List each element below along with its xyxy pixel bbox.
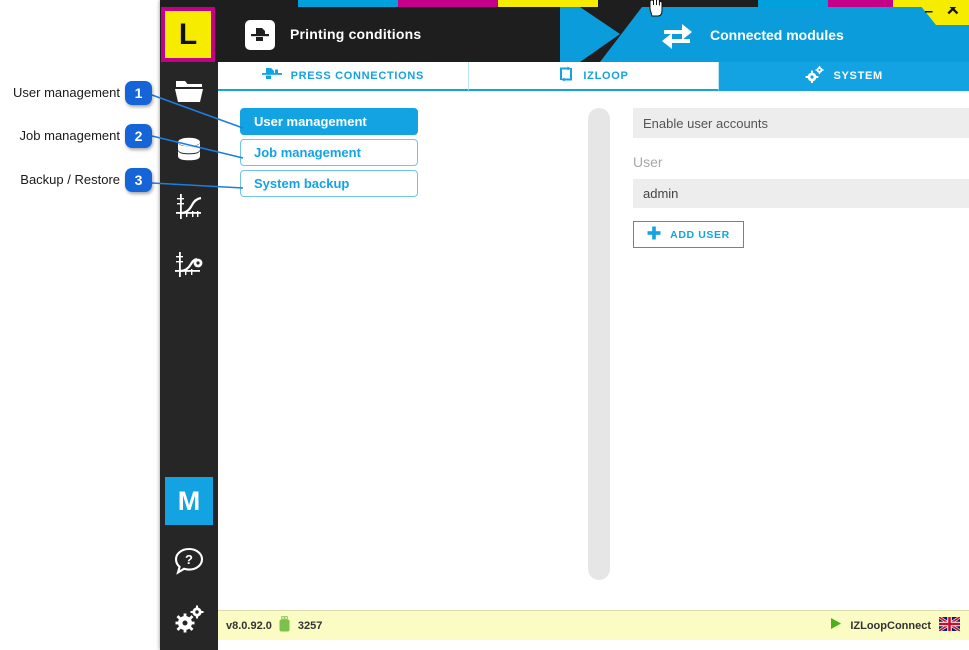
banner-title: Connected modules	[710, 27, 844, 43]
sidebar-item-database[interactable]	[160, 120, 218, 178]
menu-item-label: Job management	[254, 145, 361, 160]
annotation-badge-1: 1	[125, 81, 152, 105]
cmyk-segment-cyan-2	[758, 0, 828, 7]
content-area: User management Job management System ba…	[218, 91, 969, 610]
enable-user-accounts-label: Enable user accounts	[643, 115, 769, 131]
add-user-label: ADD USER	[670, 228, 730, 241]
module-badge-letter: M	[177, 485, 201, 516]
window-title: Printing conditions	[290, 26, 422, 42]
table-row: admin	[633, 179, 969, 208]
loop-icon	[558, 66, 574, 85]
tab-system[interactable]: SYSTEM	[719, 62, 969, 91]
sidebar-item-folder[interactable]	[160, 62, 218, 120]
menu-item-system-backup[interactable]: System backup	[240, 170, 418, 197]
tab-label: PRESS CONNECTIONS	[290, 69, 425, 82]
play-icon	[830, 617, 842, 635]
cmyk-color-strip	[160, 0, 969, 7]
sidebar-item-help[interactable]: ?	[160, 532, 218, 590]
cmyk-segment-black-mid	[598, 0, 758, 7]
menu-item-user-management[interactable]: User management	[240, 108, 418, 135]
menu-item-job-management[interactable]: Job management	[240, 139, 418, 166]
application-window: L Printing conditions Connected modules …	[160, 0, 969, 650]
user-name-cell: admin	[633, 179, 969, 208]
user-column-header: User	[633, 154, 663, 170]
dongle-icon	[279, 615, 290, 637]
logo-badge: L	[161, 7, 215, 62]
annotation-label-1: User management	[13, 85, 120, 100]
status-bar-right: IZLoopConnect	[830, 615, 961, 636]
sidebar-item-curve-settings[interactable]	[160, 236, 218, 294]
add-user-button[interactable]: ADD USER	[633, 221, 744, 248]
status-bar: v8.0.92.0 3257 IZLoopConnect	[218, 610, 969, 641]
sidebar-item-module[interactable]: M	[165, 477, 213, 525]
svg-text:?: ?	[185, 552, 193, 567]
dongle-number: 3257	[297, 620, 323, 632]
sidebar-item-curve[interactable]	[160, 178, 218, 236]
printing-conditions-icon	[245, 20, 275, 50]
cmyk-segment-black-left	[160, 0, 298, 7]
gear-icon	[805, 65, 825, 86]
settings-panel: Enable user accounts User admin ADD USER	[633, 108, 969, 248]
window-bottom-edge	[218, 640, 969, 650]
plus-icon	[647, 226, 661, 243]
enable-user-accounts-row: Enable user accounts	[633, 108, 969, 138]
sync-arrows-icon	[660, 18, 694, 51]
tab-press-connections[interactable]: PRESS CONNECTIONS	[218, 62, 469, 91]
version-label: v8.0.92.0	[226, 620, 272, 632]
left-sidebar: M ?	[160, 62, 218, 650]
mouse-cursor	[649, 0, 663, 17]
cmyk-segment-magenta-2	[828, 0, 893, 7]
cmyk-segment-magenta	[398, 0, 498, 7]
tab-label: SYSTEM	[833, 69, 883, 82]
flag-icon[interactable]	[938, 615, 961, 636]
vertical-scrollbar[interactable]	[588, 108, 610, 580]
annotation-label-3: Backup / Restore	[20, 172, 120, 187]
connection-label: IZLoopConnect	[850, 620, 931, 632]
sidebar-item-settings[interactable]	[160, 590, 218, 648]
section-menu: User management Job management System ba…	[240, 108, 418, 201]
press-icon	[261, 67, 282, 84]
tab-izloop[interactable]: IZLOOP	[468, 62, 720, 91]
annotation-label-2: Job management	[19, 128, 120, 143]
tab-bar: PRESS CONNECTIONS IZLOOP SYSTEM	[218, 62, 969, 91]
cmyk-segment-yellow-2	[893, 0, 969, 7]
cmyk-segment-yellow	[498, 0, 598, 7]
cmyk-segment-cyan	[298, 0, 398, 7]
logo-letter: L	[178, 17, 198, 51]
annotation-badge-3: 3	[125, 168, 152, 192]
annotation-badge-2: 2	[125, 124, 152, 148]
menu-item-label: System backup	[254, 176, 350, 191]
tab-label: IZLOOP	[583, 69, 629, 82]
menu-item-label: User management	[254, 114, 367, 129]
